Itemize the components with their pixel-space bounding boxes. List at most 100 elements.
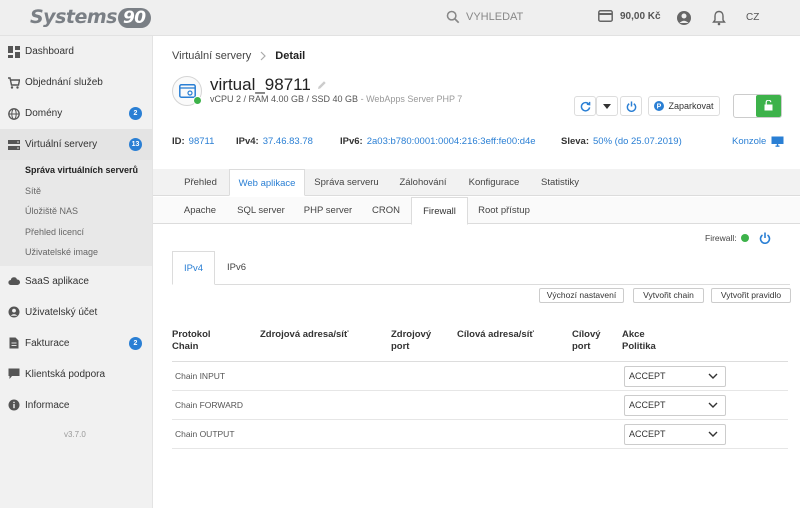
tab-backup[interactable]: Zálohování [388, 169, 458, 196]
server-ipv6-value[interactable]: 2a03:b780:0001:0004:216:3eff:fe00:d4e [367, 136, 536, 147]
subtab-cron[interactable]: CRON [361, 197, 411, 225]
firewall-status-dot [740, 234, 749, 242]
subtab-root-access[interactable]: Root přístup [468, 197, 540, 225]
subtab-php-server[interactable]: PHP server [295, 197, 361, 225]
logo[interactable]: Systems 90 [30, 6, 151, 28]
column-source-address: Zdrojová adresa/síť [260, 329, 349, 340]
power-button[interactable] [620, 96, 642, 116]
server-avatar [172, 76, 202, 106]
credit-balance[interactable]: 90,00 Kč [598, 10, 661, 22]
breadcrumb-current: Detail [275, 50, 306, 62]
console-link[interactable]: Konzole [732, 136, 784, 147]
monitor-icon [771, 136, 784, 147]
chevron-right-icon [260, 51, 267, 61]
column-destination-port: Cílový port [572, 329, 601, 352]
server-ipv6: IPv6: 2a03:b780:0001:0004:216:3eff:fe00:d… [340, 136, 536, 147]
create-rule-button[interactable]: Vytvořit pravidlo [711, 288, 791, 303]
server-app: - WebApps Server PHP 7 [360, 94, 463, 104]
server-discount: Sleva: 50% (do 25.07.2019) [561, 136, 682, 147]
caret-down-icon [603, 103, 611, 109]
domains-badge: 2 [129, 107, 142, 120]
wallet-icon [598, 10, 613, 22]
table-row: Chain FORWARD ACCEPT [172, 391, 788, 420]
table-row: Chain OUTPUT ACCEPT [172, 420, 788, 449]
tab-server-management[interactable]: Správa serveru [305, 169, 388, 196]
chevron-down-icon [708, 431, 718, 437]
policy-select[interactable]: ACCEPT [624, 366, 726, 387]
virtual-servers-badge: 13 [129, 138, 142, 151]
sidebar-item-user-account[interactable]: Uživatelský účet [0, 297, 152, 328]
cart-icon [8, 76, 20, 89]
default-settings-button[interactable]: Výchozí nastavení [539, 288, 624, 303]
sidebar-item-saas[interactable]: SaaS aplikace [0, 266, 152, 297]
chevron-down-icon [708, 402, 718, 408]
lock-toggle[interactable] [733, 94, 782, 118]
bell-icon[interactable] [711, 10, 727, 26]
firewall-power-icon[interactable] [759, 232, 771, 244]
pencil-icon[interactable] [317, 80, 327, 90]
breadcrumb-parent[interactable]: Virtuální servery [172, 50, 251, 62]
tab-overview[interactable]: Přehled [172, 169, 229, 196]
sidebar-subitem-networks[interactable]: Sítě [0, 181, 152, 202]
column-protocol-chain: Protokol Chain [172, 329, 211, 352]
main-tabs: Přehled Web aplikace Správa serveru Zálo… [153, 169, 800, 196]
chain-name: Chain OUTPUT [175, 429, 235, 439]
server-id: ID: 98711 [172, 136, 215, 147]
subtab-firewall[interactable]: Firewall [411, 197, 468, 225]
search-placeholder: VYHLEDAT [466, 11, 524, 23]
toggle-knob [756, 95, 781, 117]
firewall-status: Firewall: [705, 233, 749, 243]
policy-select[interactable]: ACCEPT [624, 395, 726, 416]
sidebar-item-info[interactable]: Informace [0, 390, 152, 421]
search-icon [446, 10, 460, 24]
tab-configuration[interactable]: Konfigurace [458, 169, 530, 196]
column-source-port: Zdrojový port [391, 329, 432, 352]
server-name: virtual_98711 [210, 75, 327, 95]
language-switch[interactable]: CZ [746, 12, 759, 23]
sidebar-subitem-licenses[interactable]: Přehled licencí [0, 222, 152, 243]
actions-dropdown-button[interactable] [596, 96, 618, 116]
server-specs: vCPU 2 / RAM 4.00 GB / SSD 40 GB - WebAp… [210, 94, 463, 104]
sidebar-subitem-manage-servers[interactable]: Správa virtuálních serverů [0, 160, 152, 181]
chain-name: Chain INPUT [175, 371, 226, 381]
sidebar-item-virtual-servers[interactable]: Virtuální servery 13 [0, 129, 152, 160]
restart-button[interactable] [574, 96, 596, 116]
main-content: Virtuální servery Detail virtual_98711 v… [153, 36, 800, 508]
sidebar-subitem-user-images[interactable]: Uživatelské image [0, 242, 152, 263]
sidebar-item-billing[interactable]: Fakturace 2 [0, 328, 152, 359]
sidebar: Dashboard Objednání služeb Domény 2 Virt… [0, 36, 153, 508]
virtual-servers-submenu: Správa virtuálních serverů Sítě Úložiště… [0, 160, 152, 266]
column-action-policy: Akce Politika [622, 329, 656, 352]
subtab-apache[interactable]: Apache [173, 197, 227, 225]
table-row: Chain INPUT ACCEPT [172, 362, 788, 391]
sidebar-item-order-services[interactable]: Objednání služeb [0, 67, 152, 98]
billing-badge: 2 [129, 336, 142, 350]
tab-ipv4[interactable]: IPv4 [172, 251, 215, 285]
power-icon [626, 100, 636, 112]
create-chain-button[interactable]: Vytvořit chain [633, 288, 704, 303]
park-button[interactable]: P Zaparkovat [648, 96, 720, 116]
policy-select[interactable]: ACCEPT [624, 424, 726, 445]
globe-icon [8, 107, 20, 120]
sidebar-subitem-nas[interactable]: Úložiště NAS [0, 201, 152, 222]
server-ipv4: IPv4: 37.46.83.78 [236, 136, 313, 147]
web-app-subtabs: Apache SQL server PHP server CRON Firewa… [153, 197, 800, 225]
search-bar[interactable]: VYHLEDAT [446, 10, 523, 24]
info-icon [8, 399, 20, 411]
chevron-down-icon [708, 373, 718, 379]
user-icon[interactable] [676, 10, 692, 26]
server-id-value[interactable]: 98711 [189, 136, 215, 147]
tab-web-apps[interactable]: Web aplikace [229, 169, 305, 196]
tab-statistics[interactable]: Statistiky [530, 169, 590, 196]
server-discount-value[interactable]: 50% (do 25.07.2019) [593, 136, 682, 147]
app-version: v3.7.0 [64, 430, 86, 439]
sidebar-item-support[interactable]: Klientská podpora [0, 359, 152, 390]
server-icon [8, 139, 20, 150]
tab-ipv6[interactable]: IPv6 [215, 251, 258, 285]
server-ipv4-value[interactable]: 37.46.83.78 [263, 136, 313, 147]
credit-amount: 90,00 Kč [620, 10, 661, 22]
column-destination-address: Cílová adresa/síť [457, 329, 534, 340]
subtab-sql-server[interactable]: SQL server [227, 197, 295, 225]
sidebar-item-domains[interactable]: Domény 2 [0, 98, 152, 129]
sidebar-item-dashboard[interactable]: Dashboard [0, 36, 152, 67]
